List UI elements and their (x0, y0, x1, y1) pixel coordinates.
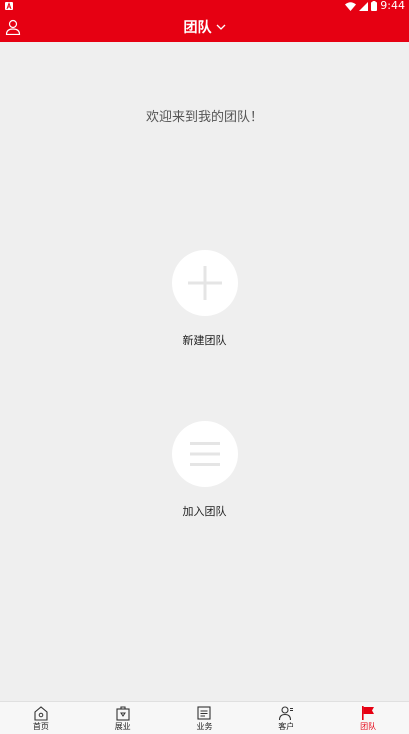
nav-label-business: 展业 (114, 722, 131, 731)
profile-button[interactable] (3, 17, 23, 37)
nav-label-team: 团队 (360, 722, 377, 731)
chevron-down-icon[interactable] (216, 24, 226, 30)
notification-a-icon (5, 2, 13, 10)
bottom-nav: 首页 展业 业务 客户 团队 (0, 701, 409, 734)
page-title[interactable]: 团队 (184, 17, 212, 37)
nav-item-business[interactable]: 展业 (82, 702, 164, 734)
wifi-icon (345, 1, 357, 11)
join-team-button[interactable] (172, 421, 238, 487)
document-icon (197, 706, 212, 720)
home-icon (34, 706, 48, 721)
status-bar: 9:44 (0, 0, 409, 12)
customer-icon (279, 706, 294, 721)
nav-label-home: 首页 (32, 722, 49, 731)
plus-icon (188, 266, 222, 300)
welcome-message: 欢迎来到我的团队！ (145, 110, 263, 125)
flag-icon (362, 706, 375, 720)
nav-item-team[interactable]: 团队 (327, 702, 409, 734)
user-icon (5, 19, 21, 36)
nav-item-customer[interactable]: 客户 (245, 702, 327, 734)
nav-item-service[interactable]: 业务 (164, 702, 246, 734)
status-time: 9:44 (380, 0, 405, 12)
briefcase-icon (116, 706, 130, 721)
nav-item-home[interactable]: 首页 (0, 702, 82, 734)
create-team-label[interactable]: 新建团队 (0, 332, 409, 348)
nav-label-customer: 客户 (278, 722, 295, 731)
join-team-label[interactable]: 加入团队 (0, 503, 409, 519)
list-icon (190, 442, 220, 466)
battery-icon (371, 1, 378, 11)
app-bar: 团队 (0, 12, 409, 42)
signal-icon (359, 1, 369, 11)
create-team-button[interactable] (172, 250, 238, 316)
nav-label-service: 业务 (196, 722, 213, 731)
